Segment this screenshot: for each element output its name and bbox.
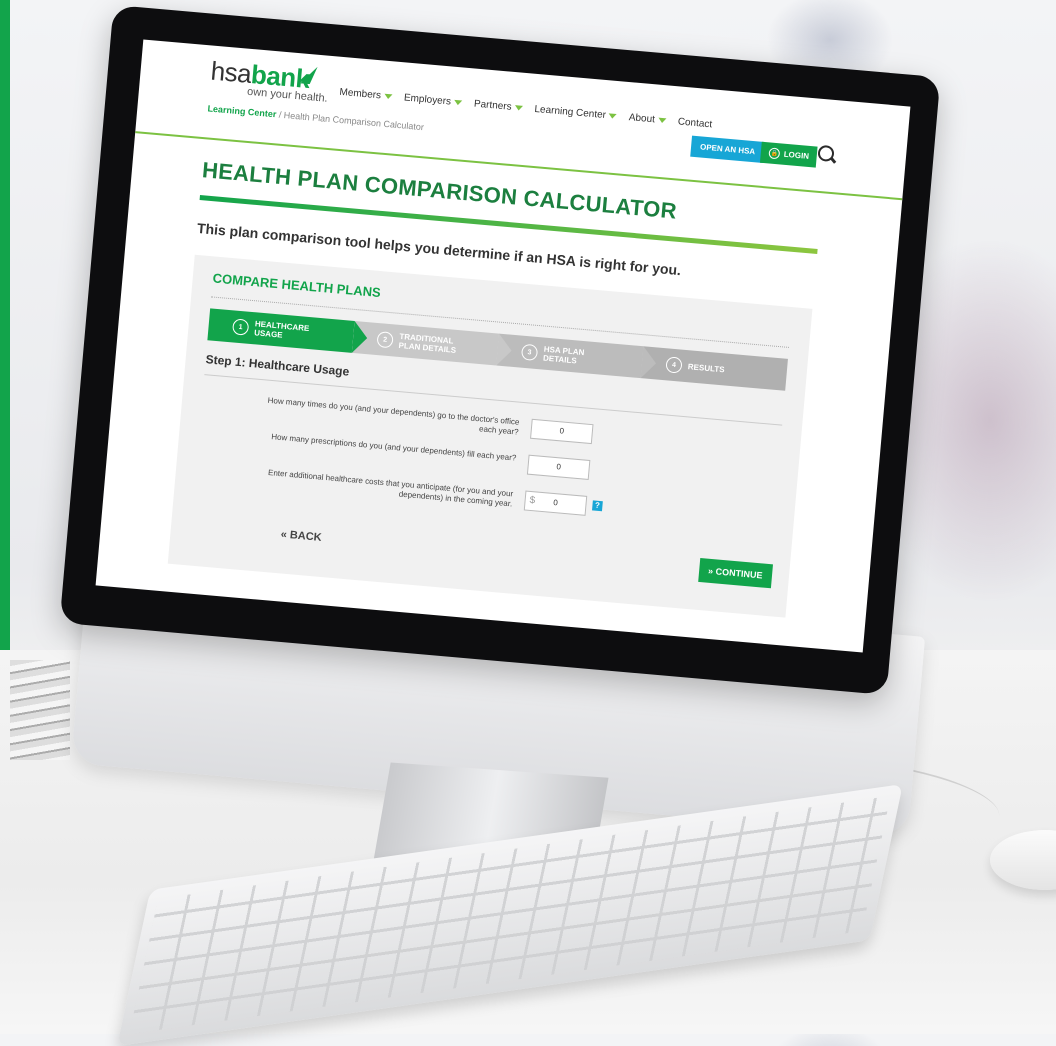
nav-contact[interactable]: Contact xyxy=(677,116,712,130)
web-page: hsabank own your health. Members Employe… xyxy=(96,39,911,652)
search-icon[interactable] xyxy=(817,144,835,163)
step-results[interactable]: 4 RESULTS xyxy=(640,346,788,391)
question-label: How many times do you (and your dependen… xyxy=(267,395,520,437)
nav-members[interactable]: Members xyxy=(339,87,393,103)
nav-partners[interactable]: Partners xyxy=(473,99,523,114)
doctor-visits-input[interactable]: 0 xyxy=(530,418,594,445)
step-number: 2 xyxy=(376,331,394,349)
back-button[interactable]: « BACK xyxy=(280,528,322,544)
monitor-screen: hsabank own your health. Members Employe… xyxy=(95,39,911,653)
help-icon[interactable]: ? xyxy=(592,500,603,512)
breadcrumb-learning-center[interactable]: Learning Center xyxy=(207,103,277,119)
login-button[interactable]: 🔒 LOGIN xyxy=(759,141,818,168)
nav-learning-center[interactable]: Learning Center xyxy=(534,104,618,122)
step-label: HSA PLAN DETAILS xyxy=(542,344,585,366)
step-label: HEALTHCARE USAGE xyxy=(253,319,310,340)
open-an-hsa-button[interactable]: OPEN AN HSA xyxy=(690,135,766,163)
lock-icon: 🔒 xyxy=(768,147,781,160)
login-label: LOGIN xyxy=(783,149,810,161)
caret-down-icon xyxy=(453,99,463,106)
calculator-panel: COMPARE HEALTH PLANS 1 HEALTHCARE USAGE … xyxy=(167,254,813,618)
nav-about[interactable]: About xyxy=(628,112,667,126)
continue-button[interactable]: » CONTINUE xyxy=(698,558,773,589)
caret-down-icon xyxy=(514,105,523,111)
step-number: 4 xyxy=(665,356,683,374)
step-label: RESULTS xyxy=(687,361,725,374)
step-heading: Step 1: Healthcare Usage xyxy=(205,352,350,379)
dollar-prefix: $ xyxy=(529,494,536,507)
caret-down-icon xyxy=(608,113,618,120)
step-healthcare-usage[interactable]: 1 HEALTHCARE USAGE xyxy=(207,308,355,353)
caret-down-icon xyxy=(383,93,393,100)
nav-employers[interactable]: Employers xyxy=(403,92,463,108)
prescriptions-input[interactable]: 0 xyxy=(526,454,591,480)
breadcrumb: Learning Center / Health Plan Comparison… xyxy=(207,103,424,132)
step-label: TRADITIONAL PLAN DETAILS xyxy=(398,331,457,355)
step-number: 1 xyxy=(231,318,250,336)
breadcrumb-current: / Health Plan Comparison Calculator xyxy=(275,109,425,133)
caret-down-icon xyxy=(657,117,667,124)
paper-stack xyxy=(10,660,70,760)
step-hsa-plan-details[interactable]: 3 HSA PLAN DETAILS xyxy=(496,333,644,379)
step-traditional-plan-details[interactable]: 2 TRADITIONAL PLAN DETAILS xyxy=(351,320,500,366)
additional-costs-value: 0 xyxy=(552,497,559,508)
additional-costs-input[interactable]: $ 0 xyxy=(523,490,588,516)
step-number: 3 xyxy=(520,343,539,362)
section-title: COMPARE HEALTH PLANS xyxy=(212,270,382,301)
hsabank-logo[interactable]: hsabank own your health. xyxy=(209,56,331,105)
